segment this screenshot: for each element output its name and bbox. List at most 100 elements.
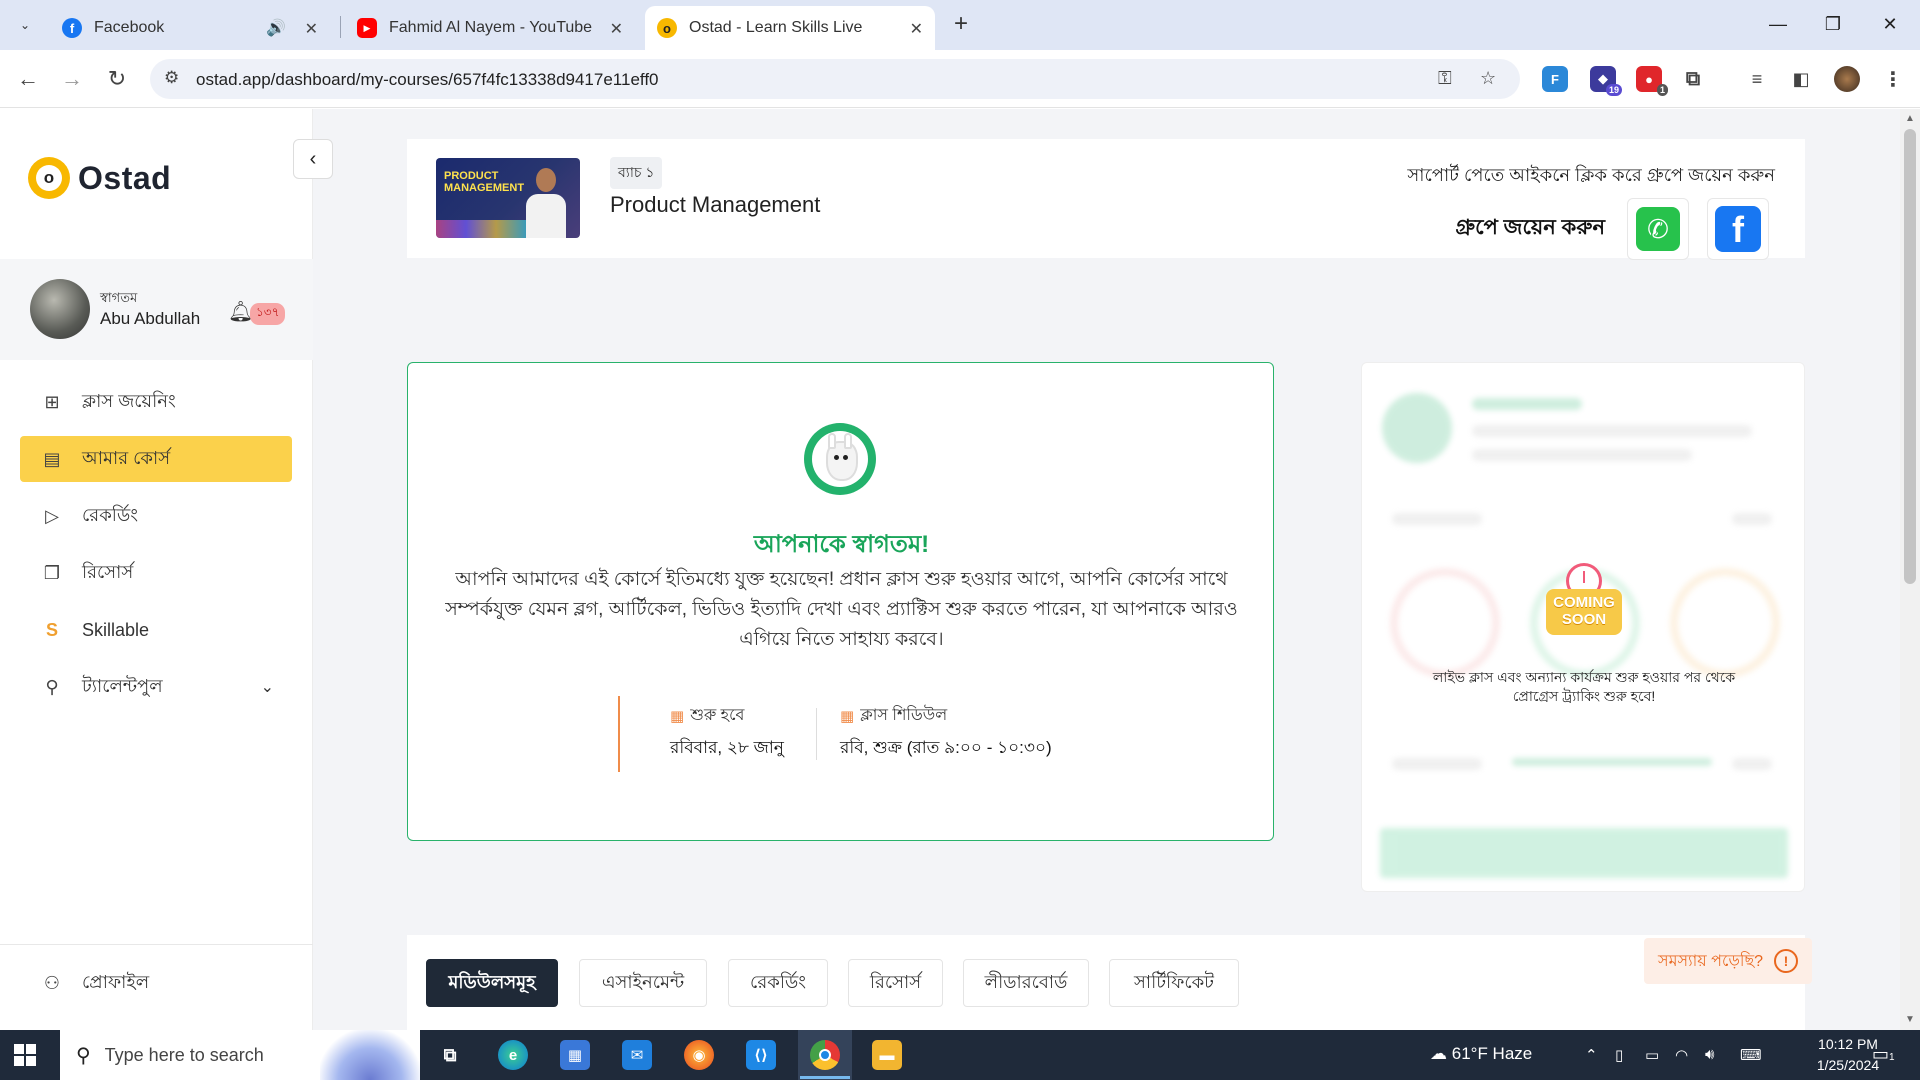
task-view-icon[interactable]: ⧉: [435, 1040, 465, 1070]
person-star-icon: ⚲: [45, 676, 59, 697]
copy-icon: ❐: [43, 562, 61, 583]
tab-facebook[interactable]: f Facebook 🔊 ✕: [50, 6, 330, 50]
chrome-icon[interactable]: [810, 1040, 840, 1070]
wifi-icon[interactable]: ◠: [1675, 1046, 1688, 1064]
calendar-icon: ▦: [670, 707, 685, 725]
sidebar-item-profile[interactable]: ⚇ প্রোফাইল: [20, 960, 292, 1006]
weather-widget[interactable]: ☁ 61°F Haze: [1430, 1044, 1532, 1064]
vertical-scrollbar[interactable]: ▲ ▼: [1900, 109, 1920, 1030]
hat-extension-icon[interactable]: ◆ 19: [1590, 66, 1622, 96]
firefox-icon[interactable]: ◉: [684, 1040, 714, 1070]
facebook-icon: f: [62, 18, 82, 38]
forward-button[interactable]: →: [57, 64, 87, 94]
weather-icon: ☁: [1430, 1044, 1447, 1063]
site-settings-icon[interactable]: ⚙: [164, 68, 179, 88]
windows-taskbar: ⚲ Type here to search ⧉ e ▦ ✉ ◉ ⟨⟩ ▬ ☁ 6…: [0, 1030, 1920, 1080]
red-extension-icon[interactable]: ● 1: [1636, 66, 1668, 96]
extensions-puzzle-icon[interactable]: ⧉: [1680, 66, 1706, 92]
brand-name: Ostad: [78, 159, 172, 196]
mail-icon[interactable]: ✉: [622, 1040, 652, 1070]
reload-button[interactable]: ↻: [102, 64, 132, 94]
sidebar-item-resource[interactable]: ❐ রিসোর্স: [20, 550, 292, 596]
scrollbar-thumb[interactable]: [1904, 129, 1916, 584]
tab-ostad[interactable]: o Ostad - Learn Skills Live ✕: [645, 6, 935, 50]
whatsapp-button[interactable]: ✆: [1627, 198, 1689, 260]
course-thumbnail: PRODUCT MANAGEMENT: [436, 158, 580, 238]
sidebar-item-class-joining[interactable]: ⊞ ক্লাস জয়েনিং: [20, 379, 292, 425]
tab-certificate[interactable]: সার্টিফিকেট: [1109, 959, 1239, 1007]
bookmark-star-icon[interactable]: ☆: [1480, 68, 1496, 89]
restore-button[interactable]: ❐: [1813, 8, 1853, 40]
tab-title: Fahmid Al Nayem - YouTube: [389, 19, 593, 36]
url-text[interactable]: ostad.app/dashboard/my-courses/657f4fc13…: [196, 70, 659, 90]
vscode-icon[interactable]: ⟨⟩: [746, 1040, 776, 1070]
sidebar-item-talentpool[interactable]: ⚲ ট্যালেন্টপুল ⌄: [20, 664, 292, 710]
batch-badge: ব্যাচ ১: [610, 157, 663, 189]
file-explorer-icon[interactable]: ▬: [872, 1040, 902, 1070]
course-title: Product Management: [610, 192, 821, 217]
coming-soon-badge: COMING SOON: [1546, 563, 1622, 639]
skillable-icon: S: [45, 619, 58, 640]
translate-extension-icon[interactable]: F: [1542, 66, 1568, 92]
extension-badge: 1: [1656, 84, 1668, 96]
side-panel-icon[interactable]: ◧: [1788, 66, 1814, 92]
windows-start-icon[interactable]: [14, 1044, 36, 1066]
tab-assignment[interactable]: এসাইনমেন্ট: [579, 959, 707, 1007]
speaker-icon[interactable]: 🔊: [266, 18, 286, 38]
device-icon[interactable]: ▯: [1615, 1046, 1623, 1064]
sidebar-item-label: রেকর্ডিং: [82, 504, 138, 525]
store-icon[interactable]: ▦: [560, 1040, 590, 1070]
join-group-label: গ্রুপে জয়েন করুন: [1455, 216, 1605, 239]
help-button[interactable]: সমস্যায় পড়েছি? !: [1644, 938, 1812, 984]
close-window-button[interactable]: ✕: [1870, 8, 1910, 40]
keyboard-icon[interactable]: ⌨: [1740, 1046, 1762, 1064]
sidebar-item-recording[interactable]: ▷ রেকর্ডিং: [20, 493, 292, 539]
taskbar-search[interactable]: ⚲ Type here to search: [60, 1030, 420, 1080]
sidebar-item-skillable[interactable]: S Skillable: [20, 607, 292, 653]
start-date: রবিবার, ২৮ জানু: [670, 738, 784, 757]
sidebar-menu: ⊞ ক্লাস জয়েনিং ▤ আমার কোর্স ▷ রেকর্ডিং …: [20, 379, 292, 721]
collapse-sidebar-button[interactable]: ‹: [293, 139, 333, 179]
facebook-button[interactable]: f: [1707, 198, 1769, 260]
close-tab-icon[interactable]: ✕: [910, 19, 923, 39]
notification-center-icon[interactable]: ▭1: [1872, 1044, 1895, 1065]
chevron-up-icon[interactable]: ⌃: [1585, 1046, 1598, 1064]
avatar[interactable]: [30, 279, 90, 339]
browser-menu-icon[interactable]: ⋮: [1880, 66, 1906, 92]
back-button[interactable]: ←: [13, 64, 43, 94]
sidebar-item-label: প্রোফাইল: [82, 971, 150, 992]
sidebar-item-label: ক্লাস জয়েনিং: [82, 390, 176, 411]
edge-icon[interactable]: e: [498, 1040, 528, 1070]
sidebar-item-label: ট্যালেন্টপুল: [82, 675, 163, 696]
user-card: স্বাগতম Abu Abdullah 🔔︎ ১৩৭: [0, 259, 313, 360]
course-header: PRODUCT MANAGEMENT ব্যাচ ১ Product Manag…: [407, 139, 1805, 260]
book-icon: ▤: [43, 448, 61, 469]
new-tab-button[interactable]: +: [946, 10, 976, 40]
brand-logo[interactable]: o Ostad: [28, 157, 171, 199]
battery-icon[interactable]: ▭: [1645, 1046, 1659, 1064]
tab-youtube[interactable]: ▶ Fahmid Al Nayem - YouTube ✕: [345, 6, 635, 50]
sidebar-item-my-course[interactable]: ▤ আমার কোর্স: [20, 436, 292, 482]
media-control-icon[interactable]: ≡: [1744, 66, 1770, 92]
tab-search-dropdown[interactable]: ⌄: [10, 10, 40, 40]
start-label: শুরু হবে: [690, 707, 745, 724]
tab-resource[interactable]: রিসোর্স: [848, 959, 943, 1007]
tab-modules[interactable]: মডিউলসমূহ: [426, 959, 558, 1007]
close-tab-icon[interactable]: ✕: [305, 19, 318, 39]
youtube-icon: ▶: [357, 18, 377, 38]
profile-avatar-icon[interactable]: [1834, 66, 1860, 92]
alert-icon: !: [1774, 949, 1798, 973]
omnibox[interactable]: ⚙ ostad.app/dashboard/my-courses/657f4fc…: [150, 59, 1520, 99]
progress-note: লাইভ ক্লাস এবং অন্যান্য কার্যক্রম শুরু হ…: [1432, 669, 1736, 704]
tab-recording[interactable]: রেকর্ডিং: [728, 959, 828, 1007]
mascot-icon: [804, 423, 876, 495]
browser-tab-bar: ⌄ f Facebook 🔊 ✕ ▶ Fahmid Al Nayem - You…: [0, 0, 1920, 50]
tab-leaderboard[interactable]: লীডারবোর্ড: [963, 959, 1089, 1007]
minimize-button[interactable]: —: [1758, 8, 1798, 40]
volume-icon[interactable]: 🔊︎: [1705, 1046, 1714, 1063]
password-key-icon[interactable]: ⚿: [1438, 68, 1452, 89]
page-content: o Ostad স্বাগতম Abu Abdullah 🔔︎ ১৩৭ ⊞ ক্…: [0, 109, 1900, 1030]
chevron-down-icon[interactable]: ⌄: [261, 677, 274, 697]
sidebar-item-label: Skillable: [82, 619, 150, 640]
close-tab-icon[interactable]: ✕: [610, 19, 623, 39]
